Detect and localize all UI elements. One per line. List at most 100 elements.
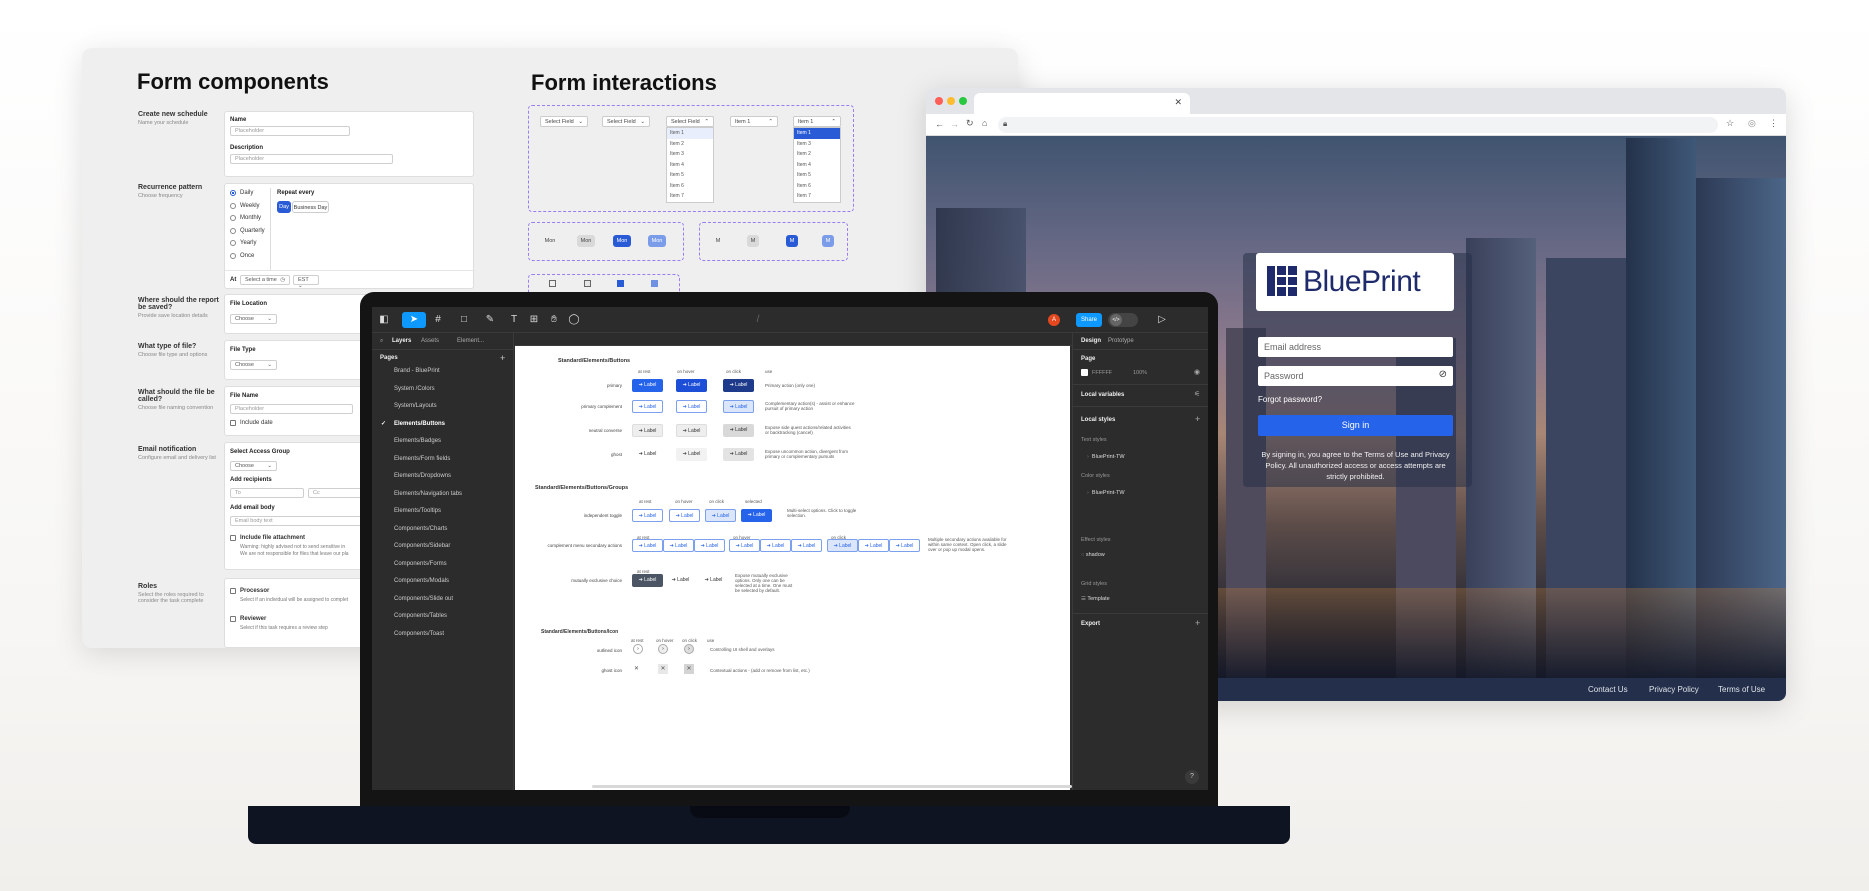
- pen-tool-icon[interactable]: ✎: [482, 312, 498, 328]
- bookmark-star-icon[interactable]: ☆: [1726, 118, 1734, 129]
- file-name-input[interactable]: Placeholder: [230, 404, 353, 414]
- list-item[interactable]: Item 6: [794, 181, 840, 192]
- chevron-right-icon[interactable]: ›: [633, 644, 643, 654]
- page-color-value[interactable]: FFFFFF: [1092, 370, 1112, 376]
- toggle-hover[interactable]: ➔ Label: [669, 509, 700, 522]
- chevron-right-icon[interactable]: ›: [684, 644, 694, 654]
- sign-in-button[interactable]: Sign in: [1258, 415, 1453, 436]
- maximize-window-icon[interactable]: [959, 97, 967, 105]
- tab-prototype[interactable]: Prototype: [1108, 338, 1134, 344]
- page-item[interactable]: Elements/Tooltips: [372, 503, 514, 521]
- btn-complement-rest[interactable]: ➔ Label: [632, 400, 663, 413]
- page-color-swatch[interactable]: [1081, 369, 1088, 376]
- page-item[interactable]: Components/Forms: [372, 556, 514, 574]
- group-button[interactable]: ➔ Label: [632, 539, 663, 552]
- rectangle-tool-icon[interactable]: □: [456, 312, 472, 328]
- password-input[interactable]: Password ⊘: [1258, 366, 1453, 386]
- segment[interactable]: ➔ Label: [665, 574, 696, 587]
- group-button[interactable]: ➔ Label: [729, 539, 760, 552]
- btn-complement-click[interactable]: ➔ Label: [723, 400, 754, 413]
- timezone-select[interactable]: EST ⌄: [293, 275, 319, 289]
- menu-kebab-icon[interactable]: ⋮: [1769, 118, 1778, 129]
- btn-neutral-rest[interactable]: ➔ Label: [632, 424, 663, 437]
- checkbox-checked-icon[interactable]: [617, 280, 624, 287]
- btn-ghost-hover[interactable]: ➔ Label: [676, 448, 707, 461]
- reviewer-checkbox[interactable]: Reviewer: [230, 616, 266, 622]
- group-button[interactable]: ➔ Label: [889, 539, 920, 552]
- select-field-open[interactable]: Select Field ⌃: [666, 116, 714, 127]
- file-location-select[interactable]: Choose ⌄: [230, 314, 277, 324]
- tab-layers[interactable]: Layers: [392, 338, 411, 344]
- grid-style-item[interactable]: ☰ Template: [1081, 596, 1110, 602]
- segment[interactable]: ➔ Label: [698, 574, 729, 587]
- group-button[interactable]: ➔ Label: [858, 539, 889, 552]
- page-item[interactable]: Brand - BluePrint: [372, 363, 514, 381]
- radio-yearly[interactable]: Yearly: [230, 237, 265, 250]
- tab-design[interactable]: Design: [1081, 338, 1101, 344]
- list-item[interactable]: Item 5: [667, 170, 713, 181]
- radio-daily[interactable]: Daily: [230, 187, 265, 200]
- access-group-select[interactable]: Choose ⌄: [230, 461, 277, 471]
- footer-link-privacy[interactable]: Privacy Policy: [1649, 685, 1699, 694]
- share-button[interactable]: Share: [1076, 313, 1102, 327]
- page-item[interactable]: Components/Sidebar: [372, 538, 514, 556]
- list-item[interactable]: Item 7: [794, 191, 840, 202]
- day-pill-selected[interactable]: Mon: [613, 235, 631, 247]
- list-item[interactable]: Item 4: [794, 160, 840, 171]
- page-item[interactable]: Components/Tables: [372, 608, 514, 626]
- page-item[interactable]: Components/Slide out: [372, 591, 514, 609]
- btn-primary-hover[interactable]: ➔ Label: [676, 379, 707, 392]
- name-input[interactable]: Placeholder: [230, 126, 350, 136]
- group-button[interactable]: ➔ Label: [827, 539, 858, 552]
- design-canvas[interactable]: Standard/Elements/Buttons at rest on hov…: [515, 346, 1072, 790]
- toggle-selected[interactable]: ➔ Label: [741, 509, 772, 522]
- btn-primary-rest[interactable]: ➔ Label: [632, 379, 663, 392]
- page-opacity-value[interactable]: 100%: [1133, 370, 1147, 376]
- tab-assets[interactable]: Assets: [421, 338, 439, 344]
- processor-checkbox[interactable]: Processor: [230, 588, 269, 594]
- frame-tool-icon[interactable]: #: [430, 312, 446, 328]
- add-page-icon[interactable]: +: [500, 353, 505, 363]
- list-item[interactable]: Item 7: [667, 191, 713, 202]
- toggle-rest[interactable]: ➔ Label: [632, 509, 663, 522]
- page-item[interactable]: Components/Modals: [372, 573, 514, 591]
- close-window-icon[interactable]: [935, 97, 943, 105]
- select-field-hover[interactable]: Select Field ⌄: [602, 116, 650, 127]
- chevron-right-icon[interactable]: ›: [658, 644, 668, 654]
- day-short-rest[interactable]: M: [712, 235, 724, 247]
- attachment-checkbox[interactable]: Include file attachment: [230, 535, 305, 541]
- dev-mode-toggle[interactable]: </>: [1108, 313, 1138, 327]
- day-short-hover[interactable]: M: [747, 235, 759, 247]
- day-pill-rest[interactable]: Mon: [541, 235, 559, 247]
- btn-complement-hover[interactable]: ➔ Label: [676, 400, 707, 413]
- btn-neutral-click[interactable]: ➔ Label: [723, 424, 754, 437]
- text-style-item[interactable]: › BluePrint-TW: [1087, 454, 1125, 460]
- item-select-closed[interactable]: Item 1 ⌃: [730, 116, 778, 127]
- forward-icon[interactable]: →: [950, 119, 959, 129]
- radio-once[interactable]: Once: [230, 250, 265, 263]
- effect-style-item[interactable]: ◌ shadow: [1081, 552, 1105, 558]
- text-tool-icon[interactable]: T: [506, 312, 522, 328]
- item-select-open[interactable]: Item 1 ⌃: [793, 116, 841, 127]
- home-icon[interactable]: ⌂: [982, 118, 987, 128]
- list-item[interactable]: Item 2: [794, 149, 840, 160]
- email-input[interactable]: Email address: [1258, 337, 1453, 357]
- day-pill-hover[interactable]: Mon: [577, 235, 595, 247]
- group-button[interactable]: ➔ Label: [663, 539, 694, 552]
- list-item[interactable]: Item 2: [667, 139, 713, 150]
- include-date-checkbox[interactable]: Include date: [230, 420, 273, 426]
- minimize-window-icon[interactable]: [947, 97, 955, 105]
- day-short-selected[interactable]: M: [786, 235, 798, 247]
- btn-primary-click[interactable]: ➔ Label: [723, 379, 754, 392]
- tab-element[interactable]: Element...: [457, 338, 484, 344]
- page-item[interactable]: System/Layouts: [372, 398, 514, 416]
- description-input[interactable]: Placeholder: [230, 154, 393, 164]
- list-item[interactable]: Item 4: [667, 160, 713, 171]
- to-input[interactable]: To: [230, 488, 304, 498]
- list-item[interactable]: Item 5: [794, 170, 840, 181]
- add-style-icon[interactable]: +: [1195, 414, 1200, 424]
- help-button[interactable]: ?: [1185, 770, 1199, 784]
- list-item[interactable]: Item 1: [794, 128, 840, 139]
- search-icon[interactable]: ⌕: [380, 338, 383, 345]
- add-export-icon[interactable]: +: [1195, 618, 1200, 628]
